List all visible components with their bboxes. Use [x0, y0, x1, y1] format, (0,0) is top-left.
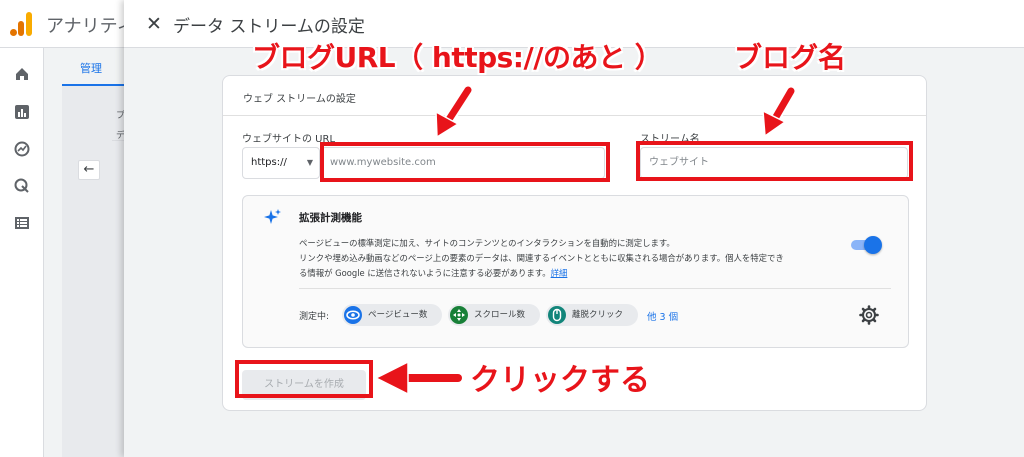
arrow-left-icon [374, 360, 464, 396]
arrow-down-left-icon [762, 85, 797, 138]
arrow-down-left-icon [435, 84, 474, 139]
annotation-arrows [374, 84, 797, 396]
